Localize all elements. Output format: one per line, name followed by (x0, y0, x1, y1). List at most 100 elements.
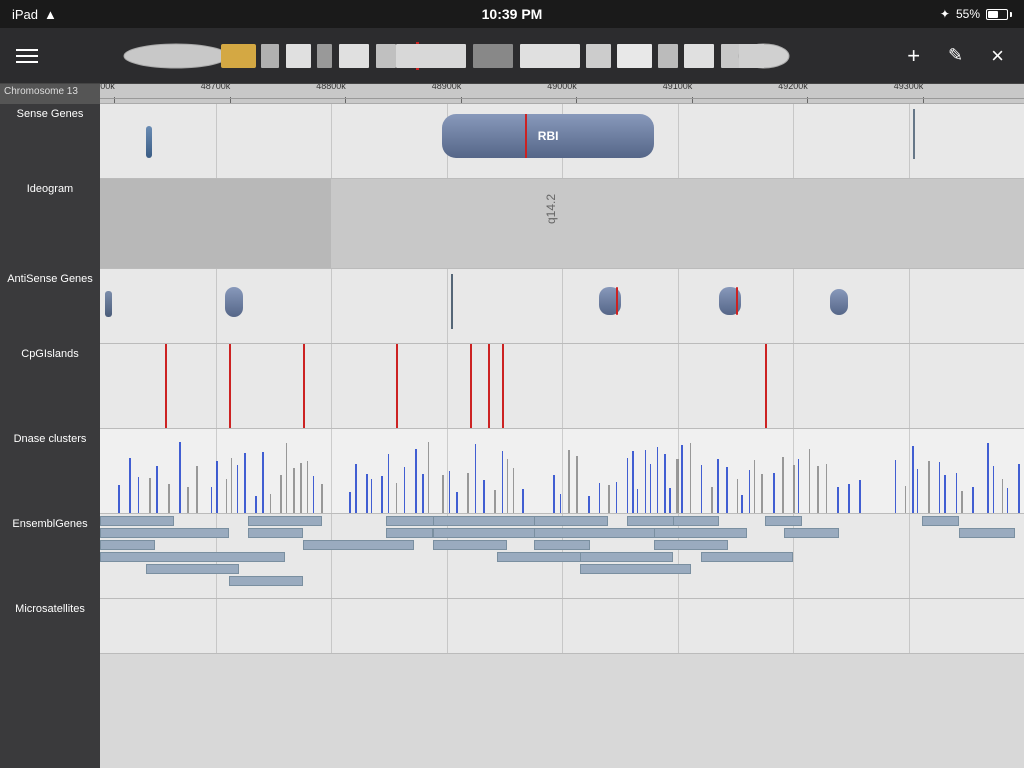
ensembl-block (100, 516, 174, 526)
cpg-line (502, 344, 504, 428)
dnase-bar (231, 458, 232, 513)
ideogram-band-label: q14.2 (544, 194, 558, 224)
dnase-bar (226, 479, 228, 513)
dnase-bar (366, 474, 368, 513)
add-button[interactable]: + (903, 39, 924, 73)
dnase-bar (442, 475, 444, 513)
dnase-bar (118, 485, 120, 513)
dnase-bar (576, 456, 578, 513)
antisense-gene-line (451, 274, 453, 329)
carrier-label: iPad (12, 7, 38, 22)
dnase-bar (701, 465, 703, 513)
antisense-gene-3[interactable] (599, 287, 621, 315)
ensembl-block (922, 516, 959, 526)
ensembl-block (765, 516, 802, 526)
dnase-bar (428, 442, 429, 513)
dnase-bar (632, 451, 634, 513)
cpg-line (165, 344, 167, 428)
dnase-bar (262, 452, 264, 513)
toolbar: + ✎ × (0, 28, 1024, 84)
edit-button[interactable]: ✎ (944, 41, 967, 70)
ensembl-block (303, 540, 414, 550)
dnase-bar (793, 465, 795, 513)
dnase-bar (657, 447, 658, 513)
cpgislands-track (100, 344, 1024, 429)
ensembl-block (534, 540, 589, 550)
cpg-line (303, 344, 305, 428)
dnase-bar (817, 466, 819, 513)
dnase-bar (187, 487, 189, 513)
dnase-bar (355, 464, 357, 513)
antisense-gene-5[interactable] (830, 289, 848, 315)
dnase-bar (645, 450, 646, 513)
gene-line-element (913, 109, 915, 159)
dnase-bar (928, 461, 930, 513)
dnase-bar (280, 475, 281, 513)
dnase-bar (293, 468, 295, 513)
dnase-bar (179, 442, 181, 513)
ensembl-block (784, 528, 839, 538)
main-content: Chromosome 13 Sense Genes Ideogram AntiS… (0, 84, 1024, 768)
dnase-bars (100, 429, 1024, 513)
dnase-bar (216, 461, 217, 513)
cpg-line (765, 344, 767, 428)
sidebar-ensembl: EnsemblGenes (0, 514, 100, 599)
antisense-gene-4[interactable] (719, 287, 741, 315)
dnase-bar (1018, 464, 1020, 513)
menu-button[interactable] (16, 49, 38, 63)
dnase-bar (553, 475, 555, 513)
dnase-bar (1007, 488, 1008, 513)
tracks-area: 48600k 48700k 48800k 48900k 49000k 49100… (100, 84, 1024, 768)
dnase-bar (905, 486, 907, 513)
antisense-gene-2[interactable] (225, 287, 243, 317)
status-right: ✦ 55% (940, 7, 1012, 21)
dnase-bar (522, 489, 524, 513)
dnase-bar (507, 459, 508, 513)
toolbar-right: + ✎ × (903, 39, 1008, 73)
dnase-bar (381, 476, 383, 513)
dnase-bar (826, 464, 827, 513)
dnase-bar (972, 487, 974, 513)
dnase-bar (627, 458, 629, 513)
cpg-line (488, 344, 490, 428)
dnase-bar (349, 492, 351, 513)
ensembl-blocks (100, 514, 1024, 598)
dnase-bar (726, 467, 728, 513)
dnase-bar (848, 484, 850, 513)
sidebar-cpg: CpGIslands (0, 344, 100, 429)
dnase-bar (422, 474, 424, 513)
sidebar-sense: Sense Genes (0, 104, 100, 179)
dnase-bar (388, 454, 390, 513)
dnase-bar (616, 482, 617, 513)
toolbar-left (16, 49, 38, 63)
antisense-genes-track (100, 269, 1024, 344)
dnase-track (100, 429, 1024, 514)
dnase-bar (1002, 479, 1003, 513)
dnase-bar (138, 477, 139, 513)
chromosome-diagram (38, 38, 903, 74)
dnase-bar (494, 490, 496, 513)
antisense-gene-1[interactable] (105, 291, 112, 317)
sense-genes-track: RBI (100, 104, 1024, 179)
dnase-bar (404, 467, 405, 513)
dnase-bar (754, 460, 755, 513)
close-button[interactable]: × (987, 39, 1008, 73)
wifi-icon: ▲ (44, 7, 57, 22)
ensembl-track (100, 514, 1024, 599)
dnase-bar (782, 457, 784, 513)
battery-percent: 55% (956, 7, 980, 21)
time-display: 10:39 PM (482, 6, 543, 22)
cpg-line (229, 344, 231, 428)
sidebar: Chromosome 13 Sense Genes Ideogram AntiS… (0, 84, 100, 768)
dnase-bar (449, 471, 450, 513)
ensembl-block (497, 552, 589, 562)
ensembl-block (673, 516, 719, 526)
gene-element[interactable] (146, 126, 152, 158)
dnase-bar (475, 444, 476, 513)
ensembl-block (959, 528, 1014, 538)
ensembl-block (701, 552, 793, 562)
dnase-bar (956, 473, 957, 513)
rbi-gene[interactable]: RBI (442, 114, 655, 158)
dnase-bar (859, 480, 861, 513)
ensembl-block (100, 540, 155, 550)
